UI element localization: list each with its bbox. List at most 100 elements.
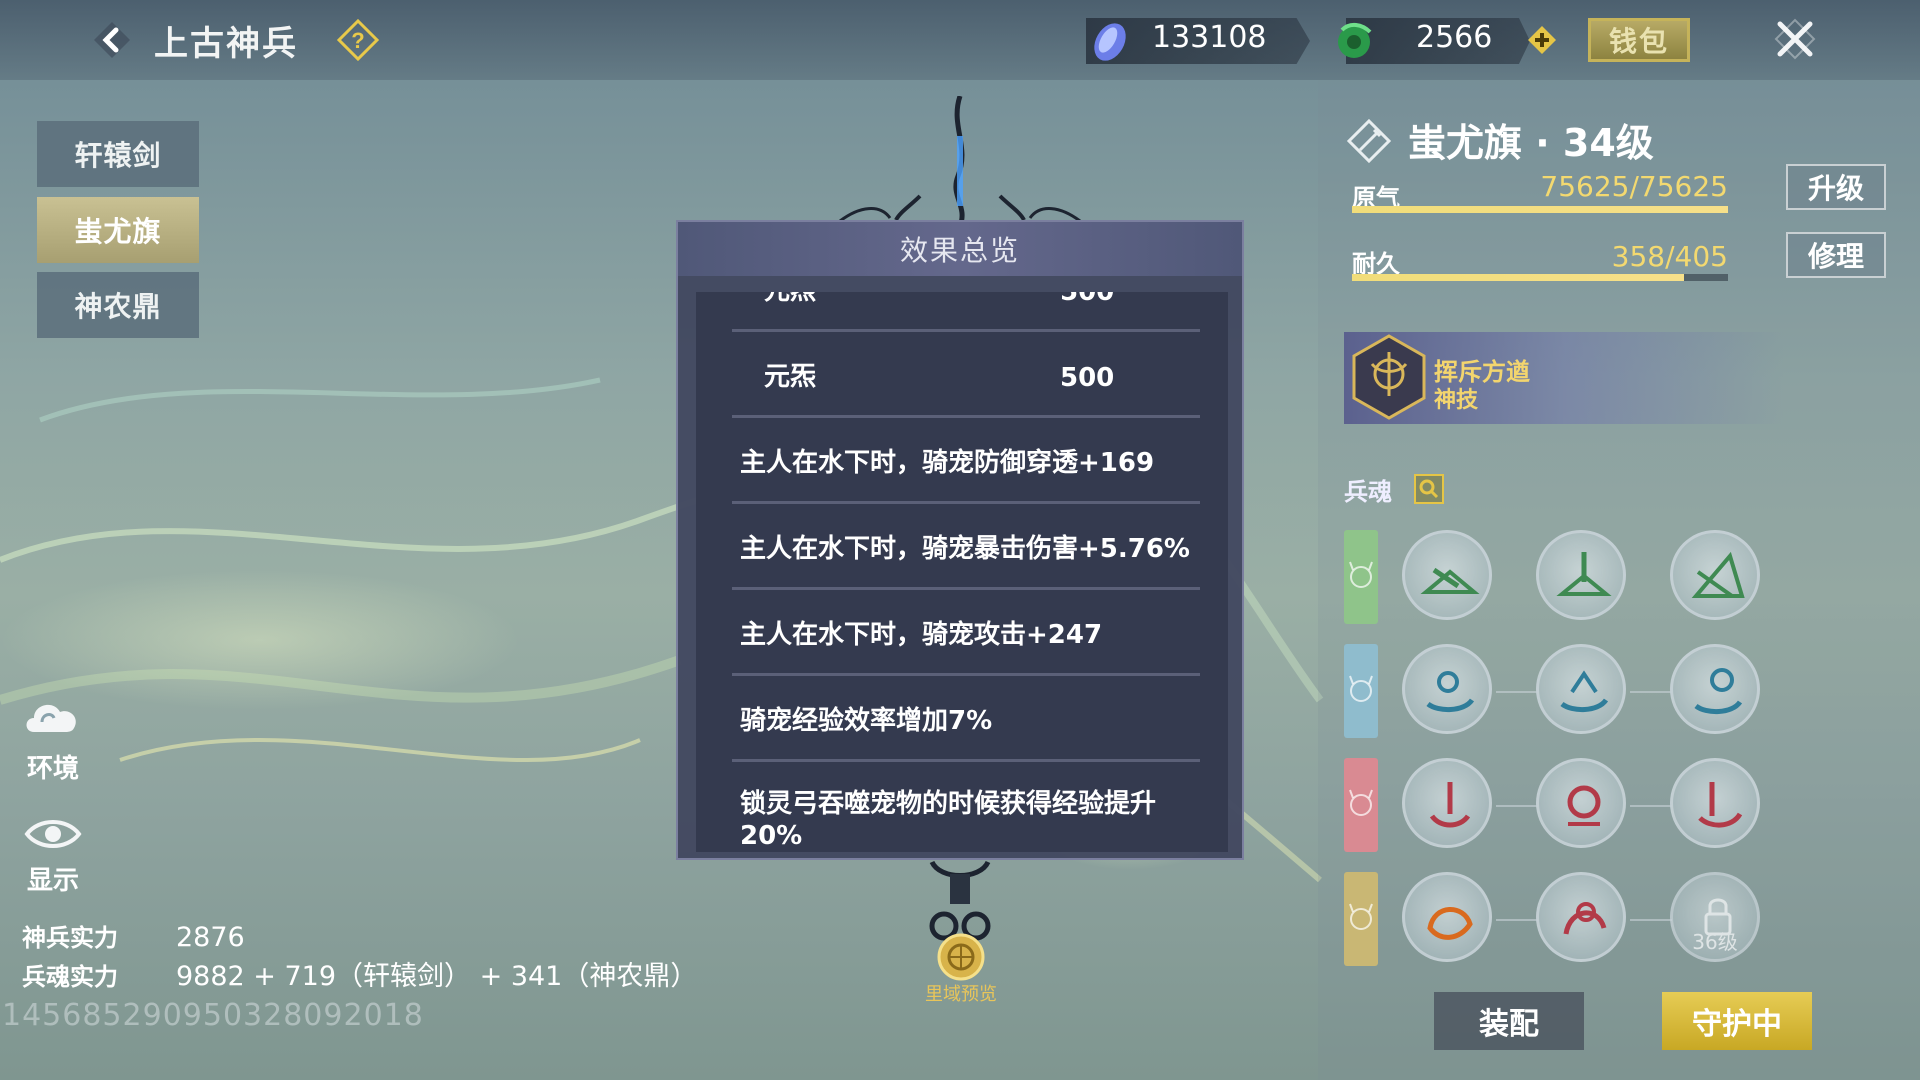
- popup-title: 效果总览: [678, 222, 1242, 276]
- effect-text: 主人在水下时，骑宠攻击+247: [740, 620, 1103, 650]
- currency1-value: 133108: [1152, 20, 1267, 55]
- currency2-value: 2566: [1416, 20, 1493, 55]
- soul-slot[interactable]: [1536, 644, 1626, 734]
- soul-slot[interactable]: [1670, 530, 1760, 620]
- divine-power-row: 神兵实力 2876: [22, 918, 245, 953]
- eye-icon: [24, 820, 82, 848]
- soul-slot[interactable]: [1402, 530, 1492, 620]
- effect-overview-popup: 效果总览 元炁 500 元炁 500 主人在水下时，骑宠防御穿透+169 主人在…: [676, 220, 1244, 860]
- page-title: 上古神兵: [154, 24, 298, 64]
- banner-top-ornament: [839, 96, 1081, 226]
- realm-preview-label[interactable]: 里域预览: [914, 980, 1008, 1006]
- soul-glyph-icon: [1426, 671, 1475, 712]
- soul-slot[interactable]: [1670, 644, 1760, 734]
- weapon-title: 蚩尤旗 · 34级: [1408, 121, 1654, 165]
- effect-name: 元炁: [764, 292, 816, 307]
- tab-chiyou-banner[interactable]: 蚩尤旗: [37, 197, 199, 263]
- guarding-button[interactable]: 守护中: [1662, 992, 1812, 1050]
- beast-head-icon: [1349, 561, 1373, 588]
- skill-emblem-icon: [1352, 334, 1426, 420]
- durability-value: 358/405: [1611, 240, 1728, 273]
- environment-label: 环境: [26, 754, 79, 784]
- soul-slot[interactable]: [1402, 644, 1492, 734]
- soul-glyph-icon: [1420, 567, 1480, 594]
- effect-row: 主人在水下时，骑宠暴击伤害+5.76%: [732, 504, 1200, 590]
- durability-bar: [1352, 274, 1728, 281]
- yuanqi-value: 75625/75625: [1540, 170, 1728, 203]
- effect-row: 元炁 500: [732, 292, 1200, 332]
- user-id: 14568529095032809201​8: [2, 998, 424, 1033]
- effect-text: 锁灵弓吞噬宠物的时候获得经验提升20%: [740, 789, 1157, 851]
- soul-glyph-icon: [1556, 552, 1612, 596]
- realm-preview-icon[interactable]: [936, 932, 986, 982]
- effect-value: 500: [1060, 292, 1115, 307]
- soul-glyph-icon: [1563, 902, 1607, 935]
- tab-xuanyuan-sword[interactable]: 轩辕剑: [37, 121, 199, 187]
- help-button[interactable]: ?: [336, 18, 380, 62]
- soul-power-row: 兵魂实力 9882 + 719（轩辕剑） + 341（神农鼎）: [22, 954, 697, 993]
- soul-slot[interactable]: [1402, 872, 1492, 962]
- slot-connector: [1630, 691, 1672, 693]
- back-button[interactable]: [84, 12, 140, 68]
- durability-bar-fill: [1352, 274, 1685, 281]
- soul-slot[interactable]: [1536, 758, 1626, 848]
- repair-button[interactable]: 修理: [1786, 232, 1886, 278]
- yuanqi-bar-fill: [1352, 206, 1728, 213]
- banner-weapon-icon: [1346, 118, 1392, 164]
- effect-text: 骑宠经验效率增加7%: [740, 706, 993, 736]
- soul-slot[interactable]: [1670, 758, 1760, 848]
- skill-type: 神技: [1434, 388, 1479, 413]
- slot-connector: [1496, 691, 1538, 693]
- effect-row: 主人在水下时，骑宠防御穿透+169: [732, 418, 1200, 504]
- effect-text: 主人在水下时，骑宠暴击伤害+5.76%: [740, 534, 1190, 564]
- effect-row: 骑宠经验效率增加7%: [732, 676, 1200, 762]
- close-button[interactable]: [1770, 14, 1820, 64]
- effect-name: 元炁: [764, 362, 817, 392]
- chevron-left-icon: [94, 22, 130, 58]
- soul-power-label: 兵魂实力: [22, 963, 118, 991]
- display-label: 显示: [26, 866, 79, 896]
- display-button[interactable]: 显示: [18, 812, 88, 897]
- beast-head-icon: [1349, 903, 1373, 930]
- environment-button[interactable]: 环境: [18, 688, 88, 785]
- equip-button[interactable]: 装配: [1434, 992, 1584, 1050]
- soul-glyph-icon: [1691, 551, 1745, 598]
- soul-glyph-icon: [1698, 782, 1743, 828]
- effect-row: 锁灵弓吞噬宠物的时候获得经验提升20%: [732, 762, 1200, 852]
- crystal-icon: [1094, 23, 1126, 61]
- soul-row-tag: [1344, 872, 1378, 966]
- soul-glyph-icon: [1694, 668, 1743, 714]
- soul-label: 兵魂: [1344, 478, 1392, 506]
- lock-level-label: 36级: [1692, 930, 1738, 954]
- soul-glyph-icon: [1567, 785, 1601, 826]
- svg-text:?: ?: [351, 28, 364, 53]
- effect-row: 主人在水下时，骑宠攻击+247: [732, 590, 1200, 676]
- question-diamond-icon: ?: [336, 18, 380, 62]
- effect-text: 主人在水下时，骑宠防御穿透+169: [740, 448, 1155, 478]
- soul-slot[interactable]: [1536, 872, 1626, 962]
- search-icon[interactable]: [1414, 474, 1444, 504]
- soul-glyph-icon: [1427, 907, 1473, 940]
- yuanqi-bar: [1352, 206, 1728, 213]
- beast-head-icon: [1349, 675, 1373, 702]
- add-currency-icon[interactable]: [1526, 24, 1558, 56]
- soul-glyph-icon: [1429, 782, 1471, 828]
- effect-value: 500: [1060, 363, 1115, 393]
- tab-shennong-cauldron[interactable]: 神农鼎: [37, 272, 199, 338]
- divine-power-label: 神兵实力: [22, 924, 118, 952]
- effect-list[interactable]: 元炁 500 元炁 500 主人在水下时，骑宠防御穿透+169 主人在水下时，骑…: [696, 292, 1228, 852]
- effect-row: 元炁 500: [732, 332, 1200, 418]
- upgrade-button[interactable]: 升级: [1786, 164, 1886, 210]
- soul-row-tag: [1344, 758, 1378, 852]
- jade-icon: [1338, 23, 1372, 58]
- soul-row-tag: [1344, 530, 1378, 624]
- close-icon: [1774, 18, 1816, 60]
- soul-power-value: 9882 + 719（轩辕剑） + 341（神农鼎）: [176, 961, 698, 992]
- locked-soul-slot[interactable]: 36级: [1670, 872, 1760, 962]
- slot-connector: [1496, 805, 1538, 807]
- slot-connector: [1630, 919, 1672, 921]
- wallet-button[interactable]: 钱包: [1588, 18, 1690, 62]
- beast-head-icon: [1349, 789, 1373, 816]
- soul-slot[interactable]: [1536, 530, 1626, 620]
- soul-slot[interactable]: [1402, 758, 1492, 848]
